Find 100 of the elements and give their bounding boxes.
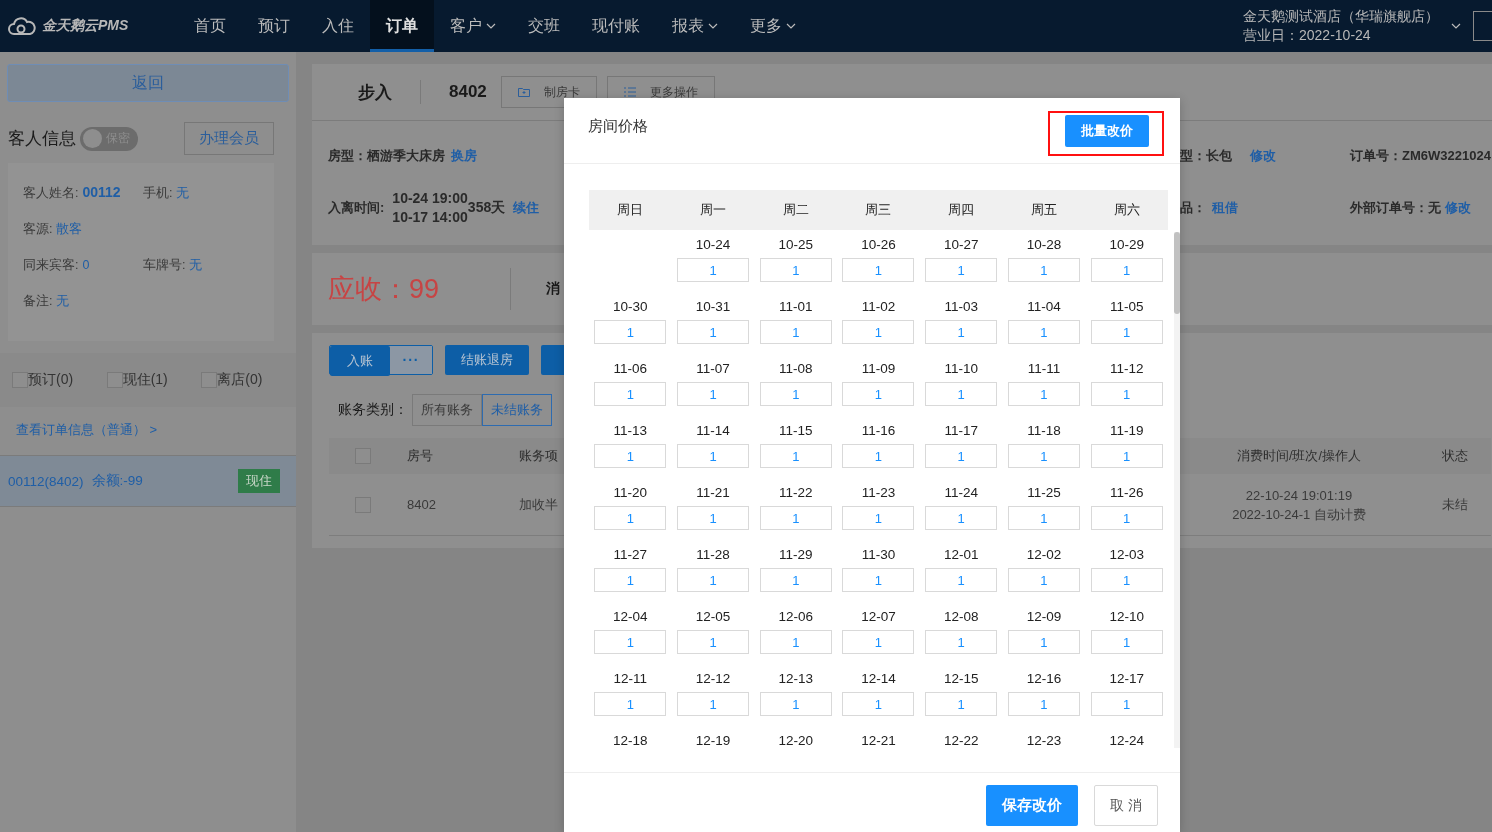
price-input[interactable]: 1 xyxy=(1090,444,1163,468)
price-input[interactable]: 1 xyxy=(1090,568,1163,592)
price-input[interactable]: 1 xyxy=(594,506,667,530)
price-input[interactable]: 1 xyxy=(1007,320,1080,344)
price-input[interactable]: 1 xyxy=(1090,692,1163,716)
price-input[interactable]: 1 xyxy=(1007,444,1080,468)
price-input[interactable]: 1 xyxy=(925,320,998,344)
price-input[interactable]: 1 xyxy=(842,630,915,654)
scrollbar[interactable] xyxy=(1174,232,1180,748)
date-label: 12-15 xyxy=(943,669,979,688)
price-input[interactable]: 1 xyxy=(1090,506,1163,530)
price-input[interactable]: 1 xyxy=(1090,258,1163,282)
price-input[interactable]: 1 xyxy=(677,444,750,468)
price-input[interactable]: 1 xyxy=(759,506,832,530)
price-input[interactable]: 1 xyxy=(842,258,915,282)
save-price-button[interactable]: 保存改价 xyxy=(986,785,1078,826)
date-label: 12-06 xyxy=(778,607,814,626)
price-input[interactable]: 1 xyxy=(925,258,998,282)
price-input[interactable]: 1 xyxy=(759,320,832,344)
price-input[interactable]: 1 xyxy=(1090,630,1163,654)
date-label: 11-17 xyxy=(944,421,978,440)
price-input[interactable]: 1 xyxy=(1007,382,1080,406)
price-input[interactable]: 1 xyxy=(594,692,667,716)
price-input[interactable]: 1 xyxy=(759,630,832,654)
nav-tab[interactable]: 预订 xyxy=(242,0,306,52)
date-label: 12-18 xyxy=(613,731,648,750)
price-input[interactable]: 1 xyxy=(594,320,667,344)
order-list-item[interactable]: 00112(8402) 余额:-99 现住 xyxy=(0,455,296,507)
date-label: 12-21 xyxy=(861,731,896,750)
price-input[interactable]: 1 xyxy=(759,568,832,592)
price-input[interactable]: 1 xyxy=(1090,320,1163,344)
nav-tab[interactable]: 客户 xyxy=(434,0,512,52)
order-info-link[interactable]: 查看订单信息（普通） > xyxy=(16,421,296,449)
price-input[interactable]: 1 xyxy=(759,258,832,282)
price-input[interactable]: 1 xyxy=(759,692,832,716)
room-number: 8402 xyxy=(449,82,487,102)
price-input[interactable]: 1 xyxy=(1007,630,1080,654)
price-input[interactable]: 1 xyxy=(759,444,832,468)
date-label: 11-01 xyxy=(779,297,813,316)
date-label: 10-24 xyxy=(695,235,731,254)
price-input[interactable]: 1 xyxy=(1007,258,1080,282)
nav-tab[interactable]: 交班 xyxy=(512,0,576,52)
nav-tab[interactable]: 入住 xyxy=(306,0,370,52)
price-input[interactable]: 1 xyxy=(594,630,667,654)
nav-tab[interactable]: 首页 xyxy=(178,0,242,52)
price-input[interactable]: 1 xyxy=(842,382,915,406)
date-label: 11-14 xyxy=(696,421,730,440)
price-input[interactable]: 1 xyxy=(842,692,915,716)
edit-link[interactable]: 修改 xyxy=(1445,199,1471,217)
price-input[interactable]: 1 xyxy=(594,568,667,592)
price-input[interactable]: 1 xyxy=(759,382,832,406)
price-input[interactable]: 1 xyxy=(677,258,750,282)
section-title: 客人信息 xyxy=(8,128,76,150)
price-input[interactable]: 1 xyxy=(677,320,750,344)
price-input[interactable]: 1 xyxy=(677,630,750,654)
date-label: 12-01 xyxy=(943,545,979,564)
batch-edit-button[interactable]: 批量改价 xyxy=(1065,115,1149,147)
column-header: 账务项 xyxy=(509,438,563,474)
price-input[interactable]: 1 xyxy=(842,568,915,592)
change-room-link[interactable]: 换房 xyxy=(451,147,477,165)
nav-tab[interactable]: 订单 xyxy=(370,0,434,52)
cancel-button[interactable]: 取 消 xyxy=(1094,785,1158,826)
nav-tab[interactable]: 现付账 xyxy=(576,0,656,52)
price-input[interactable]: 1 xyxy=(842,506,915,530)
price-input[interactable]: 1 xyxy=(842,444,915,468)
price-input[interactable]: 1 xyxy=(677,382,750,406)
category-tab[interactable]: 未结账务 xyxy=(482,394,552,426)
price-input[interactable]: 1 xyxy=(677,568,750,592)
rental-link[interactable]: 租借 xyxy=(1212,199,1238,217)
date-label: 11-05 xyxy=(1109,297,1144,316)
price-input[interactable]: 1 xyxy=(1007,568,1080,592)
nav-tab[interactable]: 更多 xyxy=(734,0,812,52)
price-input[interactable]: 1 xyxy=(677,506,750,530)
action-button[interactable]: 制房卡 xyxy=(500,76,597,108)
list-icon xyxy=(623,87,636,97)
category-tab[interactable]: 所有账务 xyxy=(412,394,482,426)
price-input[interactable]: 1 xyxy=(925,568,998,592)
nav-tab[interactable]: 报表 xyxy=(656,0,734,52)
price-input[interactable]: 1 xyxy=(925,444,998,468)
price-input[interactable]: 1 xyxy=(594,382,667,406)
price-input[interactable]: 1 xyxy=(1007,506,1080,530)
account-button[interactable]: 结账退房 xyxy=(445,345,529,375)
price-input[interactable]: 1 xyxy=(925,692,998,716)
price-input[interactable]: 1 xyxy=(925,382,998,406)
member-button[interactable]: 办理会员 xyxy=(184,122,274,155)
back-button[interactable]: 返回 xyxy=(7,64,289,102)
price-input[interactable]: 1 xyxy=(594,444,667,468)
extend-stay-link[interactable]: 续住 xyxy=(513,199,540,217)
date-label: 11-23 xyxy=(861,483,896,502)
price-input[interactable]: 1 xyxy=(677,692,750,716)
edit-link[interactable]: 修改 xyxy=(1250,147,1276,165)
price-input[interactable]: 1 xyxy=(925,630,998,654)
post-charge-button[interactable]: 入账 xyxy=(330,346,390,376)
price-input[interactable]: 1 xyxy=(1090,382,1163,406)
arrival-time: 10-24 19:00 xyxy=(392,189,468,206)
price-input[interactable]: 1 xyxy=(842,320,915,344)
stay-label: 入离时间: xyxy=(328,199,385,217)
more-menu-button[interactable]: ··· xyxy=(390,346,432,374)
price-input[interactable]: 1 xyxy=(1007,692,1080,716)
price-input[interactable]: 1 xyxy=(925,506,998,530)
